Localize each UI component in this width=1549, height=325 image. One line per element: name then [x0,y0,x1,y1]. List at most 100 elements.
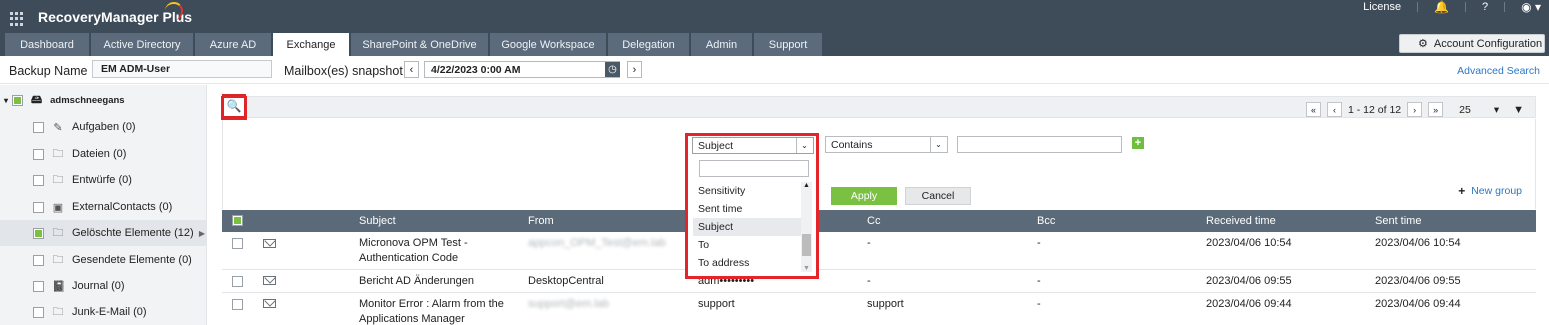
folder-icon: 🗀 [52,305,64,318]
row-checkbox[interactable] [232,299,243,310]
col-cc[interactable]: Cc [867,215,880,227]
scroll-up-icon[interactable]: ▲ [801,182,812,189]
backup-name-field[interactable]: EM ADM-User [92,60,272,78]
dropdown-option[interactable]: To [693,236,806,254]
first-page-button[interactable]: « [1306,102,1321,117]
per-page-select[interactable]: 25 ▾ [1459,104,1499,116]
tab-exchange[interactable]: Exchange [273,33,350,56]
tab-google-workspace[interactable]: Google Workspace [490,33,607,56]
dropdown-option[interactable]: Sensitivity [693,182,806,200]
table-row[interactable]: Bericht AD Änderungen DesktopCentral adm… [222,270,1536,293]
dropdown-search-input[interactable] [699,160,809,177]
main-panel: « ‹ 1 - 12 of 12 › » 25 ▾ ▼ 🔍 Subject ⌄ … [222,94,1536,325]
app-grid-icon[interactable] [10,12,24,26]
row-sent: 2023/04/06 09:44 [1375,298,1461,310]
item-checkbox[interactable] [33,280,44,292]
col-sent-time[interactable]: Sent time [1375,215,1421,227]
col-received-time[interactable]: Received time [1206,215,1276,227]
mailbox-tree: ▾ 🖴 admschneegans ✎ Aufgaben (0) 🗀 Datei… [0,85,207,325]
main-tab-bar: Dashboard Active Directory Azure AD Exch… [0,33,1549,56]
col-bcc[interactable]: Bcc [1037,215,1055,227]
operator-select[interactable]: Contains ⌄ [825,136,948,153]
tree-item-junk-e-mail[interactable]: 🗀 Junk-E-Mail (0) [0,299,207,325]
mail-icon [263,299,276,308]
table-row[interactable]: Monitor Error : Alarm from the Applicatio… [222,293,1536,325]
tree-item-externalcontacts[interactable]: ▣ ExternalContacts (0) [0,194,207,220]
tree-item-aufgaben[interactable]: ✎ Aufgaben (0) [0,114,207,140]
row-received: 2023/04/06 09:44 [1206,298,1292,310]
dropdown-option-selected[interactable]: Subject [693,218,806,236]
next-snapshot-button[interactable]: › [627,61,642,78]
tree-root[interactable]: ▾ 🖴 admschneegans [4,91,125,110]
item-checkbox[interactable] [33,201,44,213]
expand-arrow-icon[interactable]: ▶ [199,229,205,238]
table-row[interactable]: Micronova OPM Test - Authentication Code … [222,232,1536,270]
chevron-down-icon: ▾ [1493,103,1500,116]
brand-logo-icon [165,2,183,20]
task-icon: ✎ [53,121,63,134]
expand-icon[interactable]: ▾ [4,96,8,105]
advanced-search-link[interactable]: Advanced Search [1457,65,1540,77]
account-configuration-button[interactable]: ⚙ Account Configuration [1399,34,1545,53]
item-checkbox[interactable] [33,174,44,186]
last-page-button[interactable]: » [1428,102,1444,117]
user-avatar-icon[interactable]: ◉ ▾ [1521,0,1541,14]
tab-dashboard[interactable]: Dashboard [5,33,90,56]
calendar-icon[interactable]: ◷ [605,62,620,77]
license-link[interactable]: License [1363,1,1401,13]
item-checkbox[interactable] [33,148,44,160]
prev-page-button[interactable]: ‹ [1327,102,1342,117]
apply-button[interactable]: Apply [831,187,897,205]
tree-item-journal[interactable]: 📓 Journal (0) [0,273,207,299]
add-condition-button[interactable]: + [1132,137,1144,149]
tree-item-entwuerfe[interactable]: 🗀 Entwürfe (0) [0,167,207,193]
backup-toolbar: Backup Name EM ADM-User Mailbox(es) snap… [0,56,1549,84]
col-subject[interactable]: Subject [359,215,396,227]
tree-item-label: Journal (0) [72,280,125,292]
per-page-value: 25 [1459,103,1471,116]
tree-item-dateien[interactable]: 🗀 Dateien (0) [0,141,207,167]
top-bar: RecoveryManager Plus License 🔔 ? ◉ ▾ [0,0,1549,33]
item-checkbox[interactable] [33,254,44,266]
dropdown-option[interactable]: To address [693,254,806,272]
filter-value-input[interactable] [957,136,1122,153]
tab-support[interactable]: Support [754,33,823,56]
tab-delegation[interactable]: Delegation [608,33,690,56]
mail-icon [263,276,276,285]
filter-panel: Subject ⌄ Contains ⌄ + Apply Cancel + Ne… [222,119,1536,209]
row-checkbox[interactable] [232,276,243,287]
tab-active-directory[interactable]: Active Directory [91,33,194,56]
chevron-down-icon: ⌄ [796,138,812,153]
row-checkbox[interactable] [232,238,243,249]
tab-admin[interactable]: Admin [691,33,753,56]
scroll-thumb[interactable] [802,234,811,256]
table-header: Subject From Cc Bcc Received time Sent t… [222,210,1536,232]
help-link[interactable]: ? [1482,1,1488,13]
root-checkbox[interactable] [12,95,24,106]
dropdown-scrollbar[interactable]: ▲ ▼ [801,182,812,272]
bell-icon[interactable]: 🔔 [1434,0,1449,14]
tree-item-geloeschte-elemente[interactable]: 🗀 Gelöschte Elemente (12) ▶ [0,220,207,246]
item-checkbox[interactable] [33,306,44,318]
tree-item-gesendete-elemente[interactable]: 🗀 Gesendete Elemente (0) [0,247,207,273]
field-select-open[interactable]: Subject ⌄ [692,137,814,154]
dropdown-option[interactable]: Sent time [693,200,806,218]
new-group-link[interactable]: + New group [1458,184,1522,198]
row-cc: - [867,237,871,249]
col-from[interactable]: From [528,215,554,227]
select-all-checkbox[interactable] [232,215,243,226]
tree-item-label: Gelöschte Elemente (12) [72,227,194,239]
cancel-button[interactable]: Cancel [905,187,971,205]
filter-icon[interactable]: ▼ [1513,104,1524,116]
tab-azure-ad[interactable]: Azure AD [195,33,272,56]
tree-item-label: Entwürfe (0) [72,174,132,186]
tab-sharepoint-onedrive[interactable]: SharePoint & OneDrive [351,33,489,56]
scroll-down-icon[interactable]: ▼ [801,265,812,272]
item-checkbox[interactable] [33,121,44,133]
dropdown-options: Sensitivity Sent time Subject To To addr… [693,182,806,272]
folder-icon: 🗀 [52,173,64,186]
next-page-button[interactable]: › [1407,102,1423,117]
item-checkbox[interactable] [33,227,44,239]
prev-snapshot-button[interactable]: ‹ [404,61,419,78]
snapshot-date-field[interactable]: 4/22/2023 0:00 AM [424,61,620,78]
